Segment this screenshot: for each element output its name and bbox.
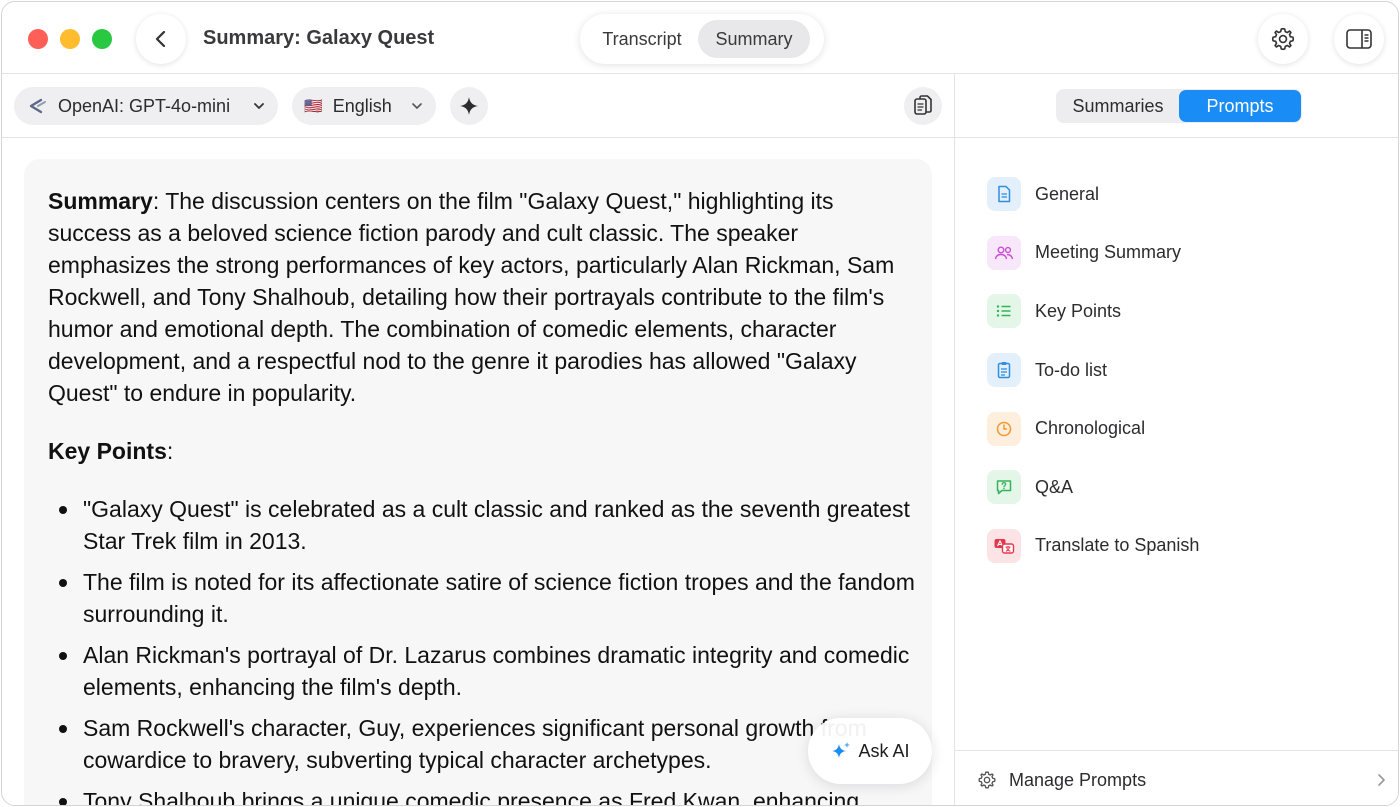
tab-prompts[interactable]: Prompts: [1179, 90, 1301, 122]
prompt-item-general[interactable]: General: [987, 165, 1199, 224]
gear-icon: [1271, 27, 1295, 51]
panel-segmented-control: Summaries Prompts: [1056, 89, 1302, 123]
model-label: OpenAI: GPT-4o-mini: [58, 95, 231, 116]
summary-text-area: Summary: The discussion centers on the f…: [48, 185, 918, 805]
question-bubble-icon: [987, 470, 1021, 505]
manage-prompts-label: Manage Prompts: [1009, 769, 1147, 790]
prompt-item-meeting-summary[interactable]: Meeting Summary: [987, 224, 1199, 283]
divider: [955, 137, 1398, 138]
title-bar: Summary: Galaxy Quest Transcript Summary: [2, 2, 1398, 74]
list-item: Tony Shalhoub brings a unique comedic pr…: [48, 785, 918, 805]
sparkles-icon: [832, 742, 851, 758]
key-points-colon: :: [166, 438, 174, 464]
prompt-label: General: [1035, 183, 1100, 204]
ask-ai-button[interactable]: Ask AI: [808, 718, 932, 784]
list-item: Sam Rockwell's character, Guy, experienc…: [48, 712, 918, 776]
tab-summary[interactable]: Summary: [698, 20, 810, 58]
summary-paragraph: Summary: The discussion centers on the f…: [48, 185, 918, 409]
prompts-panel: Summaries Prompts General Meeting Summar…: [954, 74, 1398, 805]
sidebar-icon: [1346, 29, 1372, 49]
view-segmented-control: Transcript Summary: [580, 14, 824, 64]
model-selector[interactable]: OpenAI: GPT-4o-mini: [14, 87, 278, 125]
window-title: Summary: Galaxy Quest: [203, 27, 435, 49]
chevron-left-icon: [155, 30, 166, 48]
list-icon: [987, 294, 1021, 329]
prompt-item-key-points[interactable]: Key Points: [987, 282, 1199, 341]
prompt-label: Meeting Summary: [1035, 242, 1182, 263]
chevron-right-icon: [1375, 772, 1387, 788]
openai-logo-icon: [29, 98, 46, 114]
close-window-button[interactable]: [28, 29, 48, 49]
divider: [955, 750, 1398, 751]
summary-content: Summary: The discussion centers on the f…: [24, 159, 932, 805]
copy-button[interactable]: [904, 87, 942, 125]
summary-heading: Summary: [48, 188, 153, 214]
prompt-label: Key Points: [1035, 300, 1122, 321]
key-points-heading-line: Key Points:: [48, 435, 918, 467]
summary-toolbar: OpenAI: GPT-4o-mini 🇺🇸 English: [2, 74, 954, 138]
prompt-item-qa[interactable]: Q&A: [987, 458, 1199, 517]
language-selector[interactable]: 🇺🇸 English: [292, 87, 436, 125]
tab-summaries[interactable]: Summaries: [1057, 90, 1179, 122]
clipboard-icon: [987, 353, 1021, 388]
chevron-down-icon: [254, 103, 264, 109]
settings-button[interactable]: [1258, 14, 1308, 64]
key-points-heading: Key Points: [48, 438, 167, 464]
language-label: English: [332, 95, 392, 116]
chevron-down-icon: [412, 103, 422, 109]
minimize-window-button[interactable]: [60, 29, 80, 49]
prompt-label: Q&A: [1035, 476, 1074, 497]
sparkle-icon: [460, 97, 478, 115]
manage-prompts-button[interactable]: Manage Prompts: [977, 766, 1387, 794]
people-icon: [987, 235, 1021, 270]
regenerate-button[interactable]: [450, 87, 488, 125]
prompt-item-translate-spanish[interactable]: Translate to Spanish: [987, 517, 1199, 576]
prompt-label: Translate to Spanish: [1035, 535, 1200, 556]
prompt-item-todo-list[interactable]: To-do list: [987, 341, 1199, 400]
app-window: Summary: Galaxy Quest Transcript Summary: [1, 1, 1399, 806]
back-button[interactable]: [136, 14, 186, 64]
list-item: Alan Rickman's portrayal of Dr. Lazarus …: [48, 639, 918, 703]
summary-body: : The discussion centers on the film "Ga…: [48, 188, 895, 406]
key-points-list: "Galaxy Quest" is celebrated as a cult c…: [48, 493, 918, 805]
ask-ai-label: Ask AI: [858, 740, 910, 761]
prompt-label: To-do list: [1035, 359, 1108, 380]
tab-transcript[interactable]: Transcript: [586, 20, 698, 58]
list-item: "Galaxy Quest" is celebrated as a cult c…: [48, 493, 918, 557]
prompt-item-chronological[interactable]: Chronological: [987, 399, 1199, 458]
list-item: The film is noted for its affectionate s…: [48, 566, 918, 630]
us-flag-icon: 🇺🇸: [304, 98, 323, 115]
gear-icon: [977, 770, 997, 790]
translate-icon: [987, 528, 1021, 563]
clock-icon: [987, 411, 1021, 446]
zoom-window-button[interactable]: [92, 29, 112, 49]
toggle-sidebar-button[interactable]: [1334, 14, 1384, 64]
prompt-label: Chronological: [1035, 418, 1146, 439]
document-icon: [987, 177, 1021, 212]
copy-icon: [914, 95, 932, 115]
prompt-list: General Meeting Summary Key Points To-do…: [987, 165, 1199, 575]
